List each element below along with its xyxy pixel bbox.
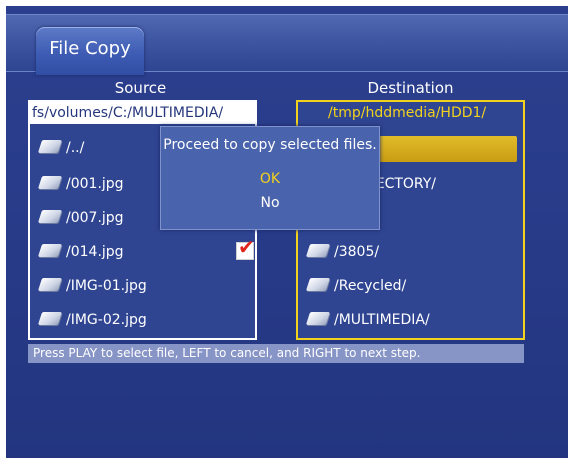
no-button[interactable]: No (161, 195, 379, 211)
file-icon (37, 244, 63, 257)
source-header: Source (114, 79, 167, 97)
source-item-img02[interactable]: /IMG-02.jpg (37, 308, 147, 332)
source-item-img01[interactable]: /IMG-01.jpg (37, 274, 147, 298)
folder-icon (305, 278, 331, 291)
source-item-014[interactable]: /014.jpg (37, 240, 124, 264)
folder-icon (305, 312, 331, 325)
source-item-label: /../ (66, 140, 85, 156)
source-item-label: /IMG-01.jpg (66, 278, 147, 294)
confirm-dialog: Proceed to copy selected files. OK No (160, 126, 380, 230)
destination-header: Destination (367, 79, 454, 97)
destination-item-3805[interactable]: /3805/ (305, 240, 380, 264)
source-item-label: /001.jpg (66, 176, 124, 192)
file-icon (37, 278, 63, 291)
hint-bar: Press PLAY to select file, LEFT to cance… (28, 344, 524, 363)
window-title: File Copy (49, 38, 131, 59)
destination-path: /tmp/hddmedia/HDD1/ (328, 105, 487, 121)
selected-checkbox[interactable]: ✔ (236, 237, 255, 260)
file-copy-screen: File Copy Source Destination fs/volumes/… (6, 6, 568, 458)
file-icon (37, 210, 63, 223)
file-icon (37, 176, 63, 189)
ok-button[interactable]: OK (161, 171, 379, 187)
source-path: fs/volumes/C:/MULTIMEDIA/ (30, 102, 257, 124)
destination-item-multimedia[interactable]: /MULTIMEDIA/ (305, 308, 430, 332)
source-item-label: /IMG-02.jpg (66, 312, 147, 328)
source-item-007[interactable]: /007.jpg (37, 206, 124, 230)
source-item-parent[interactable]: /../ (37, 136, 85, 160)
dialog-message: Proceed to copy selected files. (163, 137, 377, 153)
folder-icon (37, 140, 63, 153)
title-bar: File Copy (6, 14, 568, 75)
title-tab: File Copy (36, 27, 144, 75)
source-item-label: /007.jpg (66, 210, 124, 226)
destination-item-recycled[interactable]: /Recycled/ (305, 274, 407, 298)
destination-item-label: /MULTIMEDIA/ (334, 312, 430, 328)
source-item-001[interactable]: /001.jpg (37, 172, 124, 196)
folder-icon (305, 244, 331, 257)
source-item-label: /014.jpg (66, 244, 124, 260)
destination-item-label: /Recycled/ (334, 278, 407, 294)
checkmark-icon: ✔ (238, 235, 255, 259)
file-icon (37, 312, 63, 325)
destination-item-label: /3805/ (334, 244, 380, 260)
